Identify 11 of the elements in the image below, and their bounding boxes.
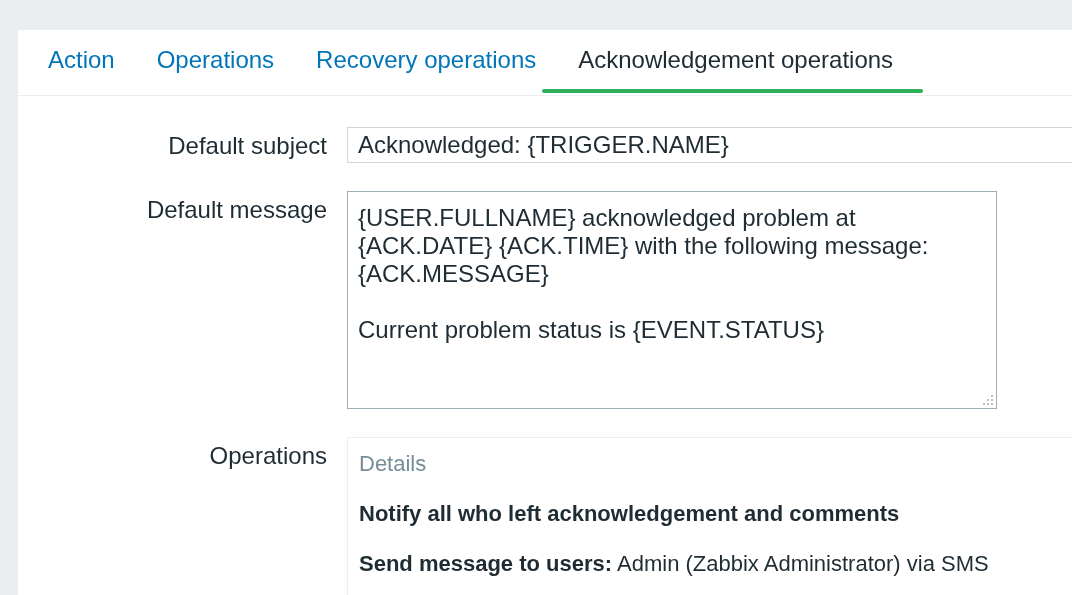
subject-field[interactable]: Acknowledged: {TRIGGER.NAME} (347, 127, 1072, 163)
field-label: Default subject (167, 131, 327, 160)
details-heading: Details (359, 450, 428, 478)
resize-grip-icon[interactable] (982, 394, 994, 406)
field-label: Operations (208, 441, 327, 470)
operation-text: Send message to users: Admin (Zabbix Administrator) via SMS (359, 550, 990, 578)
operation-text: Notify all who left acknowledgement and comments (359, 500, 901, 528)
tab[interactable]: Action (27, 30, 136, 95)
field-label: Default message (145, 195, 327, 224)
tab[interactable]: Operations (135, 30, 296, 95)
message-field[interactable]: {USER.FULLNAME} acknowledged problem at {ACK.DATE} {ACK.TIME} with the following message: {ACK.MESSAGE} Current problem status is {EVENT.STATUS} (347, 191, 997, 409)
